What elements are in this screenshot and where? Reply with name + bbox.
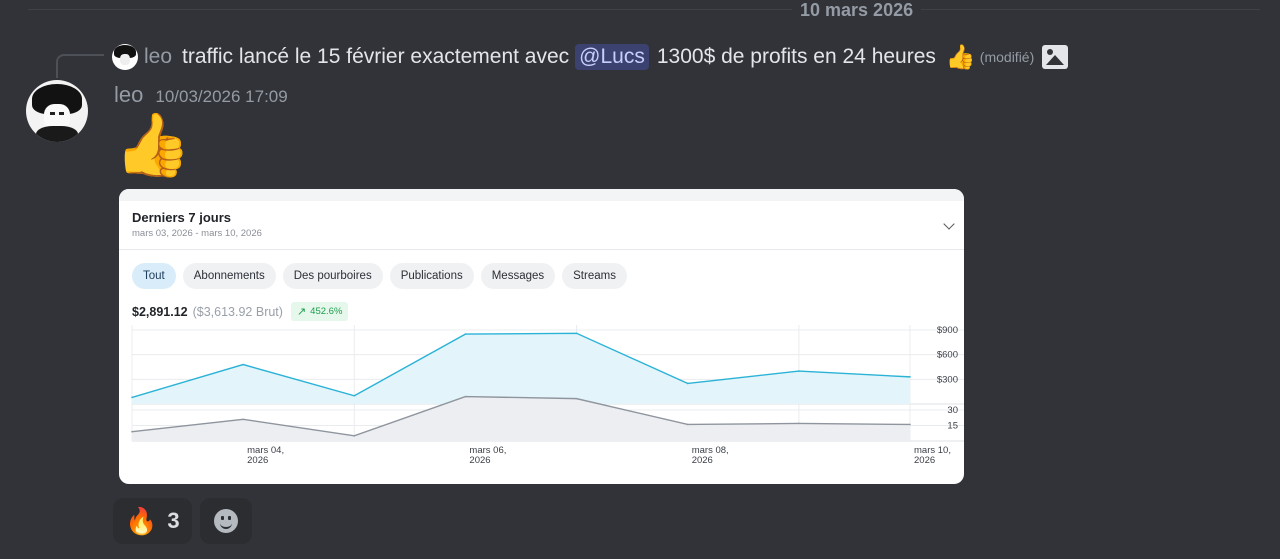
thumbs-up-emoji: 👍	[945, 43, 976, 71]
mention[interactable]: @Lucs	[575, 44, 649, 70]
y-tick-label: $600	[937, 350, 958, 361]
y-tick-label: 30	[947, 405, 958, 416]
data-point	[909, 376, 911, 378]
x-tick-label: mars 06, 2026	[469, 445, 506, 466]
reaction-count: 3	[167, 508, 180, 533]
date-label: 10 mars 2026	[792, 0, 922, 20]
data-point	[686, 423, 689, 426]
data-point	[353, 394, 356, 397]
avatar[interactable]	[26, 80, 88, 142]
series-area	[132, 333, 910, 404]
data-point	[464, 333, 467, 335]
reply-text: traffic lancé le 15 février exactement a…	[182, 45, 570, 68]
data-point	[798, 370, 800, 372]
reactions-bar: 🔥 3	[113, 498, 252, 544]
data-point	[686, 382, 689, 385]
data-point	[242, 418, 244, 421]
username[interactable]: leo	[114, 82, 143, 108]
edited-label: (modifié)	[979, 49, 1035, 65]
y-tick-label: $900	[937, 325, 958, 336]
image-icon	[1042, 45, 1069, 69]
earnings-chart: $900 $600 $300 30 15 mars 04, 2026 mars 06, 2026…	[131, 325, 964, 466]
data-point	[353, 435, 356, 437]
y-tick-label: 15	[947, 421, 958, 432]
x-tick-label: mars 04, 2026	[247, 445, 284, 466]
divider-line	[28, 9, 1260, 10]
fire-icon: 🔥	[125, 505, 158, 536]
reaction-fire[interactable]: 🔥 3	[113, 498, 192, 544]
date-divider: 10 mars 2026	[0, 0, 1280, 20]
data-point	[242, 363, 244, 366]
data-point	[575, 397, 578, 400]
data-point	[798, 422, 800, 425]
reply-spine	[56, 54, 104, 78]
data-point	[131, 396, 133, 399]
reply-avatar[interactable]	[112, 44, 138, 70]
data-point	[575, 332, 578, 335]
data-point	[464, 395, 467, 398]
y-tick-label: $300	[937, 374, 958, 385]
reply-preview[interactable]: leo traffic lancé le 15 février exacteme…	[112, 42, 1069, 72]
thumbs-up-emoji-large: 👍	[114, 111, 192, 180]
data-point	[909, 423, 911, 426]
x-tick-label: mars 10, 2026	[914, 445, 951, 466]
smile-icon	[213, 509, 238, 533]
reply-author[interactable]: leo	[144, 45, 172, 69]
timestamp[interactable]: 10/03/2026 17:09	[155, 87, 287, 107]
image-attachment[interactable]: Derniers 7 jours mars 03, 2026 - mars 10…	[119, 189, 964, 484]
x-tick-label: mars 08, 2026	[692, 445, 729, 466]
data-point	[131, 430, 133, 433]
add-reaction-button[interactable]	[199, 498, 252, 544]
reply-text-after: 1300$ de profits en 24 heures	[656, 45, 936, 68]
